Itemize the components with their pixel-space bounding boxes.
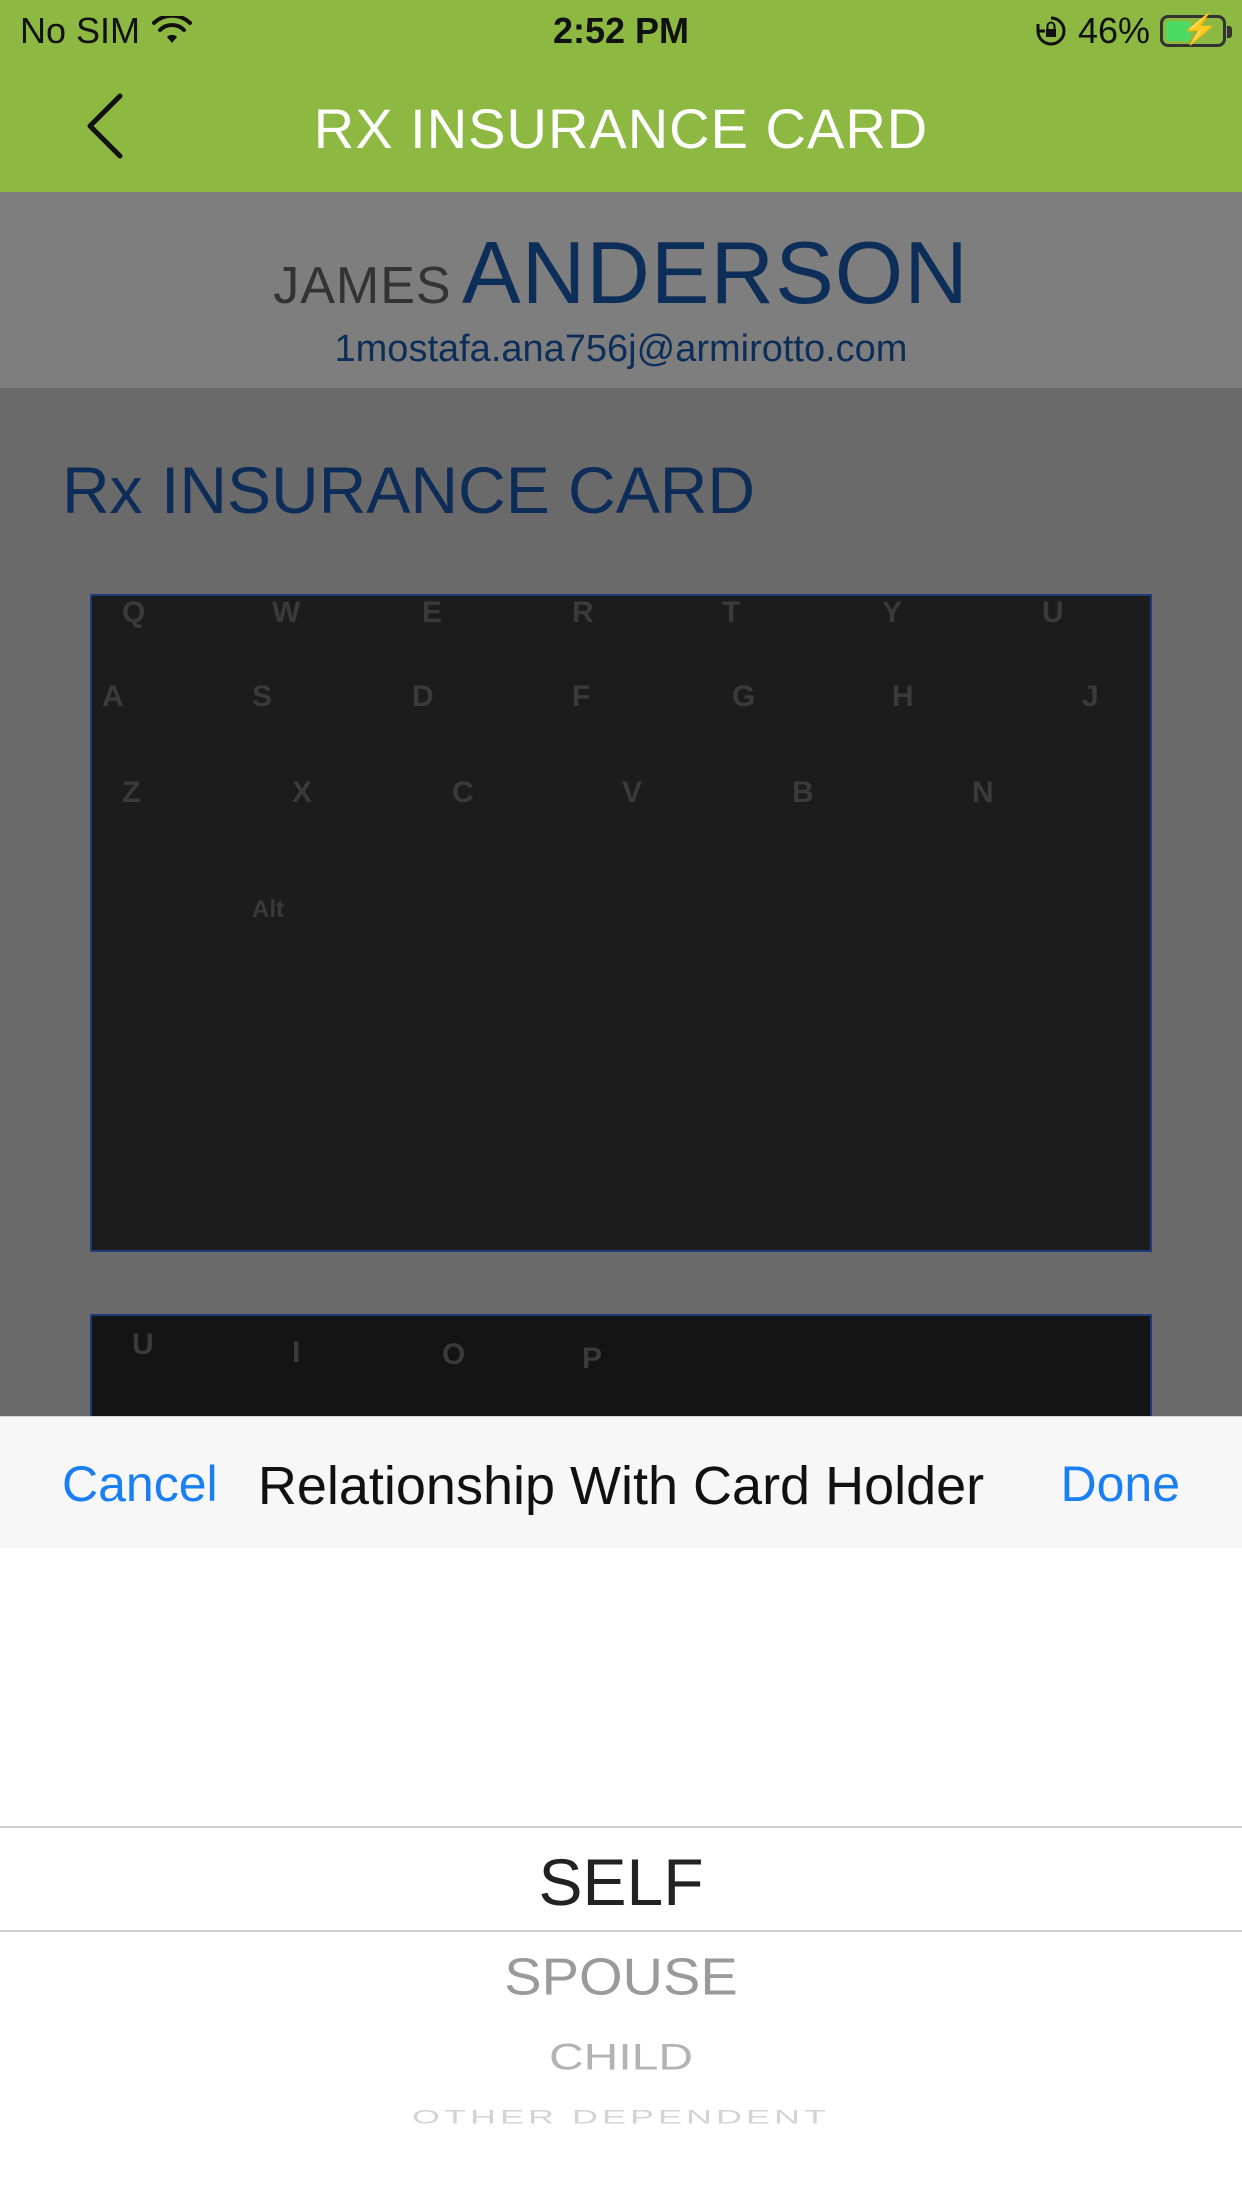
done-button[interactable]: Done — [1060, 1455, 1180, 1513]
photo-key: A — [102, 680, 124, 713]
photo-key: X — [292, 776, 313, 809]
photo-key: S — [252, 680, 273, 713]
relationship-picker[interactable]: SELF SPOUSE CHILD OTHER DEPENDENT — [0, 1548, 1242, 2208]
picker-toolbar: Cancel Relationship With Card Holder Don… — [0, 1416, 1242, 1548]
status-right: 46% ⚡ — [1034, 10, 1232, 52]
last-name: ANDERSON — [462, 223, 969, 322]
photo-key: R — [572, 596, 594, 629]
photo-key: J — [1082, 680, 1099, 713]
photo-key: U — [132, 1328, 154, 1361]
photo-key: U — [1042, 596, 1064, 629]
first-name: JAMES — [273, 257, 452, 315]
battery-percent: 46% — [1077, 10, 1150, 51]
photo-key: B — [792, 776, 814, 809]
picker-option-other-dependent[interactable]: OTHER DEPENDENT — [0, 2105, 1242, 2128]
photo-key: P — [582, 1342, 603, 1375]
user-email: 1mostafa.ana756j@armirotto.com — [334, 328, 908, 370]
photo-key: T — [722, 596, 741, 629]
photo-key: N — [972, 776, 994, 809]
photo-key: I — [292, 1336, 301, 1369]
battery-icon: ⚡ — [1160, 13, 1232, 47]
keyboard-photo: Q W E R T Y U A S D F G H J Z X C V B N … — [92, 596, 1150, 1250]
photo-key: V — [622, 776, 643, 809]
user-name: JAMES ANDERSON — [0, 192, 1242, 324]
picker-option-child[interactable]: CHILD — [0, 2036, 1242, 2079]
section-title: Rx INSURANCE CARD — [62, 453, 756, 527]
photo-key: G — [732, 680, 756, 713]
photo-key: C — [452, 776, 474, 809]
photo-key: W — [272, 596, 301, 629]
picker-option-self[interactable]: SELF — [0, 1844, 1242, 1920]
picker-title: Relationship With Card Holder — [257, 1456, 985, 1516]
photo-key: Z — [122, 776, 141, 809]
picker-option-spouse[interactable]: SPOUSE — [0, 1947, 1242, 2007]
photo-key: D — [412, 680, 434, 713]
page-title: RX INSURANCE CARD — [313, 97, 929, 160]
keyboard-photo: U I O P — [92, 1316, 1150, 1416]
insurance-card-back-image[interactable]: U I O P — [90, 1314, 1152, 1416]
photo-key: Q — [122, 596, 146, 629]
photo-key: E — [422, 596, 443, 629]
selection-indicator-bottom — [0, 1930, 1242, 1932]
photo-key: Alt — [252, 896, 284, 923]
photo-key: O — [442, 1338, 466, 1371]
nav-bar: RX INSURANCE CARD — [0, 64, 1242, 192]
main-content: Rx INSURANCE CARD Q W E R T Y U A S D F … — [0, 388, 1242, 1416]
photo-key: F — [572, 680, 591, 713]
status-bar: No SIM 2:52 PM 46% ⚡ — [0, 0, 1242, 64]
selection-indicator-top — [0, 1826, 1242, 1828]
rotation-lock-icon — [1036, 16, 1066, 46]
photo-key: Y — [882, 596, 903, 629]
profile-header: JAMES ANDERSON 1mostafa.ana756j@armirott… — [0, 192, 1242, 388]
photo-key: H — [892, 680, 914, 713]
insurance-card-front-image[interactable]: Q W E R T Y U A S D F G H J Z X C V B N … — [90, 594, 1152, 1252]
